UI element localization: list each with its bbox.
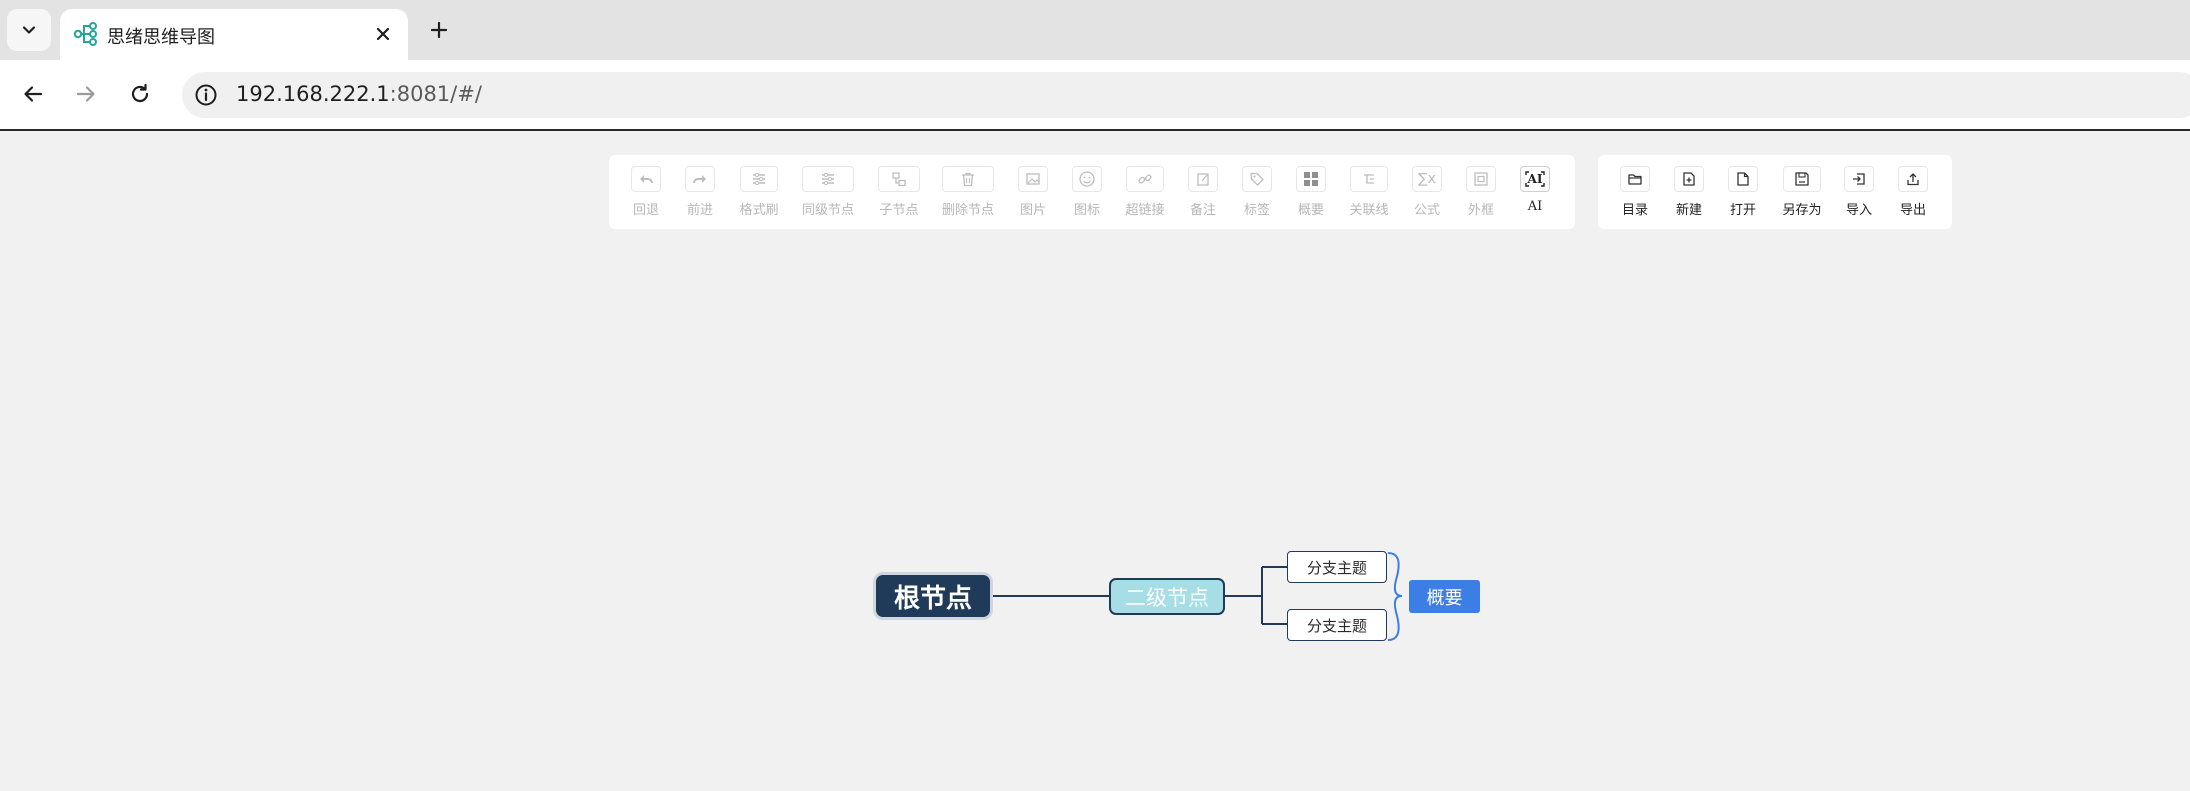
import-icon [1844, 166, 1874, 192]
formula-glyph: ∑x [1418, 171, 1436, 187]
reload-icon [131, 83, 149, 103]
import-button[interactable]: 导入 [1829, 166, 1889, 218]
url-host: 192.168.222.1 [236, 82, 390, 106]
child-node-icon [878, 166, 920, 192]
mindmap-favicon-icon [73, 22, 97, 46]
delete-node-label: 删除节点 [941, 203, 994, 218]
url-path: :8081/#/ [389, 82, 482, 106]
ai-button[interactable]: AI AI [1505, 166, 1565, 214]
url-text[interactable]: 192.168.222.1:8081/#/ [236, 82, 482, 106]
catalog-label: 目录 [1621, 203, 1648, 218]
open-button[interactable]: 打开 [1713, 166, 1773, 218]
child-node-label: 子节点 [879, 203, 919, 218]
branch-topic-node[interactable]: 分支主题 [1287, 609, 1387, 641]
sibling-node-button[interactable]: 同级节点 [798, 166, 858, 218]
forward-button[interactable] [68, 76, 104, 112]
new-tab-button[interactable] [424, 15, 454, 45]
new-label: 新建 [1675, 203, 1702, 218]
redo-label: 前进 [686, 203, 713, 218]
note-label: 备注 [1189, 203, 1216, 218]
tag-button[interactable]: 标签 [1227, 166, 1287, 218]
import-label: 导入 [1845, 203, 1872, 218]
undo-button[interactable]: 回退 [616, 166, 676, 218]
ai-glyph: AI [1527, 172, 1543, 186]
note-button[interactable]: 备注 [1173, 166, 1233, 218]
summary-grid-icon [1296, 166, 1326, 192]
format-painter-button[interactable]: 格式刷 [729, 166, 789, 218]
tag-label: 标签 [1243, 203, 1270, 218]
format-painter-icon [740, 166, 778, 192]
new-button[interactable]: 新建 [1659, 166, 1719, 218]
summary-label: 概要 [1297, 203, 1324, 218]
icon-button[interactable]: 图标 [1057, 166, 1117, 218]
save-as-label: 另存为 [1782, 203, 1822, 218]
image-icon [1018, 166, 1048, 192]
root-node[interactable]: 根节点 [876, 575, 990, 617]
second-to-branches-line [1225, 566, 1287, 625]
back-button[interactable] [15, 76, 51, 112]
image-label: 图片 [1019, 203, 1046, 218]
sibling-node-icon [802, 166, 854, 192]
address-bar[interactable]: 192.168.222.1:8081/#/ [182, 72, 2190, 118]
link-icon [1126, 166, 1164, 192]
summary-node[interactable]: 概要 [1409, 580, 1480, 613]
second-level-node[interactable]: 二级节点 [1109, 578, 1225, 615]
arrow-right-icon [76, 86, 95, 102]
hyperlink-button[interactable]: 超链接 [1115, 166, 1175, 218]
delete-node-button[interactable]: 删除节点 [938, 166, 998, 218]
catalog-button[interactable]: 目录 [1605, 166, 1665, 218]
reload-button[interactable] [122, 76, 158, 112]
open-file-icon [1728, 166, 1758, 192]
redo-button[interactable]: 前进 [670, 166, 730, 218]
new-file-icon [1674, 166, 1704, 192]
smiley-icon [1072, 166, 1102, 192]
child-node-button[interactable]: 子节点 [869, 166, 929, 218]
trash-icon [942, 166, 994, 192]
icon-label: 图标 [1073, 203, 1100, 218]
image-button[interactable]: 图片 [1003, 166, 1063, 218]
tab-close-button[interactable] [371, 22, 395, 46]
browser-tab-bar: 思绪思维导图 [0, 0, 2190, 60]
relation-line-label: 关联线 [1349, 203, 1389, 218]
outer-frame-button[interactable]: 外框 [1451, 166, 1511, 218]
branch-topic-node[interactable]: 分支主题 [1287, 551, 1387, 583]
undo-icon [631, 166, 661, 192]
save-as-icon [1783, 166, 1821, 192]
summary-button[interactable]: 概要 [1281, 166, 1341, 218]
outer-frame-label: 外框 [1467, 203, 1494, 218]
browser-nav-bar: 192.168.222.1:8081/#/ [0, 60, 2190, 131]
file-toolbar: 目录 新建 打开 另存为 导入 导出 [1598, 155, 1952, 229]
summary-bracket [1387, 552, 1403, 641]
sibling-node-label: 同级节点 [801, 203, 854, 218]
format-painter-label: 格式刷 [739, 203, 779, 218]
ai-label: AI [1527, 199, 1543, 214]
export-label: 导出 [1899, 203, 1926, 218]
folder-icon [1620, 166, 1650, 192]
arrow-left-icon [24, 86, 43, 102]
close-icon [376, 27, 390, 41]
formula-label: 公式 [1413, 203, 1440, 218]
export-icon [1898, 166, 1928, 192]
hyperlink-label: 超链接 [1125, 203, 1165, 218]
undo-label: 回退 [632, 203, 659, 218]
site-info-icon[interactable] [192, 81, 220, 109]
tab-title: 思绪思维导图 [107, 27, 215, 48]
chevron-down-icon [22, 26, 36, 34]
export-button[interactable]: 导出 [1883, 166, 1943, 218]
formula-button[interactable]: ∑x 公式 [1397, 166, 1457, 218]
ai-icon: AI [1520, 166, 1550, 192]
relation-line-icon [1350, 166, 1388, 192]
redo-icon [685, 166, 715, 192]
edit-toolbar: 回退 前进 格式刷 同级节点 子节点 删除节点 图片 图标 超链接 备注 标签 … [609, 155, 1575, 229]
tab-list-button[interactable] [7, 9, 51, 51]
browser-tab[interactable]: 思绪思维导图 [60, 9, 408, 60]
formula-icon: ∑x [1412, 166, 1442, 192]
relation-line-button[interactable]: 关联线 [1339, 166, 1399, 218]
note-icon [1188, 166, 1218, 192]
open-label: 打开 [1729, 203, 1756, 218]
plus-icon [430, 21, 448, 39]
outer-frame-icon [1466, 166, 1496, 192]
tag-icon [1242, 166, 1272, 192]
save-as-button[interactable]: 另存为 [1772, 166, 1832, 218]
